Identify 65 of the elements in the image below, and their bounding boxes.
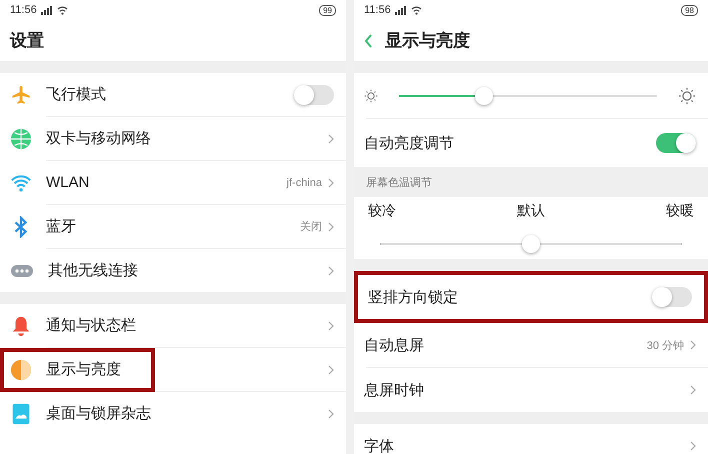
item-label: 字体 bbox=[364, 436, 394, 454]
item-label: 飞行模式 bbox=[46, 85, 106, 104]
brightness-icon bbox=[678, 86, 696, 104]
item-label: 显示与亮度 bbox=[46, 360, 121, 379]
settings-item[interactable]: 通知与状态栏 bbox=[0, 304, 346, 347]
status-time: 11:56 bbox=[10, 4, 37, 16]
scale-label: 较冷 bbox=[368, 202, 396, 220]
battery-level: 98 bbox=[681, 4, 698, 16]
section-header: 屏幕色温调节 bbox=[366, 176, 432, 190]
toggle-switch[interactable] bbox=[656, 133, 696, 153]
screen-title: 显示与亮度 bbox=[385, 30, 470, 52]
wifi-icon bbox=[56, 6, 68, 14]
chevron-icon bbox=[328, 364, 334, 374]
chevron-icon bbox=[328, 134, 334, 144]
settings-item[interactable]: 字体 bbox=[354, 424, 708, 454]
settings-item[interactable]: 蓝牙 关闭 bbox=[0, 205, 346, 248]
settings-item[interactable]: WLAN jf-china bbox=[0, 161, 346, 204]
item-label: 竖排方向锁定 bbox=[368, 288, 458, 306]
signal-icon bbox=[40, 6, 53, 14]
item-label: 自动息屏 bbox=[364, 336, 424, 354]
chevron-icon bbox=[690, 385, 696, 395]
slider-thumb[interactable] bbox=[475, 86, 494, 104]
bell-icon bbox=[10, 314, 32, 336]
scale-label: 默认 bbox=[517, 202, 545, 220]
chevron-icon bbox=[328, 408, 334, 418]
item-label: 双卡与移动网络 bbox=[46, 129, 151, 148]
item-label: 其他无线连接 bbox=[48, 261, 138, 280]
settings-item[interactable]: 自动息屏 30 分钟 bbox=[354, 323, 708, 367]
airplane-icon bbox=[10, 84, 32, 106]
item-value: 30 分钟 bbox=[646, 338, 684, 352]
settings-item[interactable]: 桌面与锁屏杂志 bbox=[0, 392, 346, 435]
item-label: 通知与状态栏 bbox=[46, 316, 136, 335]
item-label: 自动亮度调节 bbox=[364, 134, 454, 152]
chevron-icon bbox=[328, 266, 334, 276]
item-value: 关闭 bbox=[300, 220, 322, 234]
chevron-icon bbox=[690, 441, 696, 451]
settings-item[interactable]: 息屏时钟 bbox=[354, 368, 708, 412]
status-time: 11:56 bbox=[364, 4, 391, 16]
half-circle-icon bbox=[10, 358, 32, 380]
globe-icon bbox=[10, 128, 32, 150]
settings-item[interactable]: 自动亮度调节 bbox=[354, 119, 708, 167]
brightness-icon bbox=[364, 88, 378, 102]
item-label: 桌面与锁屏杂志 bbox=[46, 404, 151, 423]
settings-item[interactable]: 飞行模式 bbox=[0, 73, 346, 116]
chevron-icon bbox=[328, 222, 334, 232]
slider-thumb[interactable] bbox=[522, 235, 540, 253]
screen-title: 设置 bbox=[10, 30, 44, 52]
toggle-switch[interactable] bbox=[294, 84, 334, 104]
chevron-icon bbox=[328, 320, 334, 330]
item-label: 息屏时钟 bbox=[364, 380, 424, 400]
item-label: WLAN bbox=[46, 174, 90, 191]
settings-item[interactable]: 其他无线连接 bbox=[0, 249, 346, 292]
settings-item[interactable]: 双卡与移动网络 bbox=[0, 117, 346, 160]
item-value: jf-china bbox=[286, 176, 322, 188]
toggle-switch[interactable] bbox=[652, 287, 692, 307]
picture-icon bbox=[10, 402, 32, 424]
chevron-icon bbox=[690, 340, 696, 350]
signal-icon bbox=[394, 6, 407, 14]
scale-label: 较暖 bbox=[666, 202, 694, 220]
chevron-icon bbox=[328, 178, 334, 188]
wifi-icon bbox=[410, 6, 422, 14]
item-label: 蓝牙 bbox=[46, 217, 76, 236]
battery-level: 99 bbox=[319, 4, 336, 16]
settings-item[interactable]: 显示与亮度 bbox=[0, 348, 346, 391]
back-button[interactable] bbox=[364, 34, 373, 48]
